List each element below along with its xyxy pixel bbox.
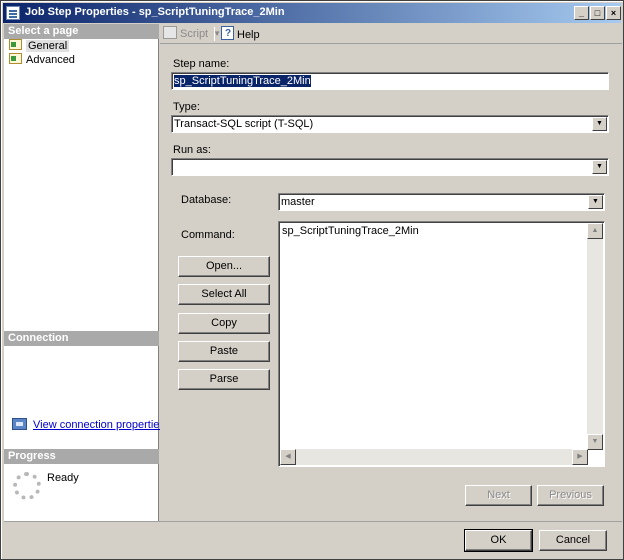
step-name-label: Step name: (173, 58, 230, 70)
command-textarea[interactable]: sp_ScriptTuningTrace_2Min ▲ ▼ ◀ ▶ (278, 221, 605, 467)
page-icon (9, 39, 22, 50)
view-connection-properties-link[interactable]: View connection properties (12, 418, 165, 431)
chevron-down-icon[interactable]: ▼ (592, 160, 607, 174)
progress-header: Progress (4, 449, 159, 464)
connection-link-label: View connection properties (33, 419, 165, 431)
select-all-button[interactable]: Select All (178, 284, 270, 305)
run-as-label: Run as: (173, 144, 211, 156)
command-text: sp_ScriptTuningTrace_2Min (282, 225, 419, 237)
progress-spinner-icon (13, 472, 41, 500)
page-item-label: General (26, 40, 70, 52)
right-panel: Script▼ Help Step name: sp_ScriptTuningT… (160, 24, 622, 521)
job-step-properties-window: Job Step Properties - sp_ScriptTuningTra… (0, 0, 624, 560)
type-select[interactable]: Transact-SQL script (T-SQL) ▼ (171, 115, 609, 133)
cancel-button[interactable]: Cancel (539, 530, 607, 551)
scroll-down-icon[interactable]: ▼ (587, 434, 603, 450)
step-name-value: sp_ScriptTuningTrace_2Min (174, 75, 311, 87)
script-icon (163, 26, 177, 39)
close-button[interactable]: × (606, 6, 621, 20)
copy-button[interactable]: Copy (178, 313, 270, 334)
type-label: Type: (173, 101, 200, 113)
help-icon (221, 26, 234, 42)
left-panel: Select a page General Advanced Connectio… (4, 24, 165, 521)
page-icon (9, 53, 22, 64)
chevron-down-icon[interactable]: ▼ (592, 117, 607, 131)
run-as-select[interactable]: ▼ (171, 158, 609, 176)
connection-header: Connection (4, 331, 159, 346)
chevron-down-icon[interactable]: ▼ (588, 195, 603, 209)
window-title: Job Step Properties - sp_ScriptTuningTra… (25, 6, 285, 18)
open-button[interactable]: Open... (178, 256, 270, 277)
select-page-header: Select a page (4, 24, 159, 39)
type-value: Transact-SQL script (T-SQL) (174, 118, 314, 130)
toolbar: Script▼ Help (160, 24, 622, 44)
scroll-right-icon[interactable]: ▶ (572, 449, 588, 465)
database-select[interactable]: master ▼ (278, 193, 605, 211)
horizontal-scrollbar[interactable]: ◀ ▶ (280, 449, 588, 465)
help-label: Help (237, 29, 260, 41)
command-label: Command: (181, 229, 235, 241)
scroll-up-icon[interactable]: ▲ (587, 223, 603, 239)
connection-properties-icon (12, 418, 27, 430)
maximize-button[interactable]: □ (590, 6, 605, 20)
ok-button[interactable]: OK (464, 529, 533, 552)
database-value: master (281, 196, 315, 208)
help-button[interactable]: Help (221, 26, 260, 42)
window-icon (6, 6, 20, 20)
scroll-left-icon[interactable]: ◀ (280, 449, 296, 465)
toolbar-separator (214, 27, 215, 41)
title-bar: Job Step Properties - sp_ScriptTuningTra… (3, 3, 621, 23)
parse-button[interactable]: Parse (178, 369, 270, 390)
paste-button[interactable]: Paste (178, 341, 270, 362)
database-label: Database: (181, 194, 232, 206)
dialog-footer: OK Cancel (4, 521, 622, 558)
vertical-scrollbar[interactable]: ▲ ▼ (587, 223, 603, 450)
minimize-button[interactable]: _ (574, 6, 589, 20)
script-label: Script (180, 28, 209, 40)
page-item-label: Advanced (26, 54, 75, 66)
page-item-advanced[interactable]: Advanced (9, 53, 75, 67)
next-button[interactable]: Next (465, 485, 532, 506)
previous-button[interactable]: Previous (537, 485, 604, 506)
page-item-general[interactable]: General (9, 39, 70, 53)
script-button[interactable]: Script ▼ (163, 26, 221, 42)
progress-status: Ready (47, 472, 79, 484)
step-name-field[interactable]: sp_ScriptTuningTrace_2Min (171, 72, 609, 90)
